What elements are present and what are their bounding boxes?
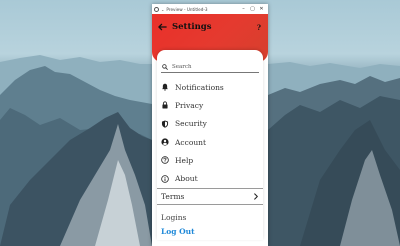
menu-item-label: Security — [175, 119, 207, 129]
menu-item-label: Help — [175, 155, 194, 165]
info-icon — [161, 174, 169, 183]
bell-icon — [162, 83, 168, 91]
menu-item-privacy[interactable]: Privacy — [157, 96, 263, 114]
desktop-background: ⌄ Preview - Untitled-3 – ▢ ✕ Settings ? — [0, 0, 400, 246]
search-input[interactable] — [172, 64, 252, 70]
help-icon — [161, 156, 169, 165]
menu-item-label: About — [175, 174, 198, 184]
maximize-button[interactable]: ▢ — [248, 6, 257, 12]
settings-menu: Notifications Privacy Security Account H… — [157, 78, 263, 188]
search-bar — [161, 62, 259, 73]
chevron-down-icon[interactable]: ⌄ — [161, 7, 164, 12]
page-title: Settings — [172, 22, 212, 32]
menu-item-help[interactable]: Help — [157, 151, 263, 169]
terms-row[interactable]: Terms — [157, 188, 263, 205]
terms-label: Terms — [161, 192, 185, 201]
shield-icon — [161, 120, 169, 128]
lock-icon — [162, 101, 168, 109]
menu-item-notifications[interactable]: Notifications — [157, 78, 263, 96]
menu-item-account[interactable]: Account — [157, 133, 263, 151]
app-icon — [154, 6, 159, 12]
chevron-right-icon — [254, 193, 258, 200]
menu-item-about[interactable]: About — [157, 169, 263, 187]
menu-item-label: Account — [175, 137, 207, 147]
window-title: Preview - Untitled-3 — [166, 6, 208, 12]
window-titlebar: ⌄ Preview - Untitled-3 – ▢ ✕ — [152, 4, 268, 14]
account-icon — [161, 138, 169, 146]
menu-item-label: Notifications — [175, 82, 224, 92]
logins-link[interactable]: Logins — [161, 213, 186, 222]
back-arrow-icon[interactable] — [158, 23, 167, 31]
help-button[interactable]: ? — [257, 23, 261, 32]
search-icon — [162, 64, 168, 70]
settings-card: Notifications Privacy Security — [157, 50, 263, 240]
logout-button[interactable]: Log Out — [161, 227, 195, 236]
menu-item-label: Privacy — [175, 100, 204, 110]
close-button[interactable]: ✕ — [257, 6, 266, 12]
menu-item-security[interactable]: Security — [157, 115, 263, 133]
minimize-button[interactable]: – — [239, 6, 248, 12]
app-window: ⌄ Preview - Untitled-3 – ▢ ✕ Settings ? — [152, 4, 268, 246]
